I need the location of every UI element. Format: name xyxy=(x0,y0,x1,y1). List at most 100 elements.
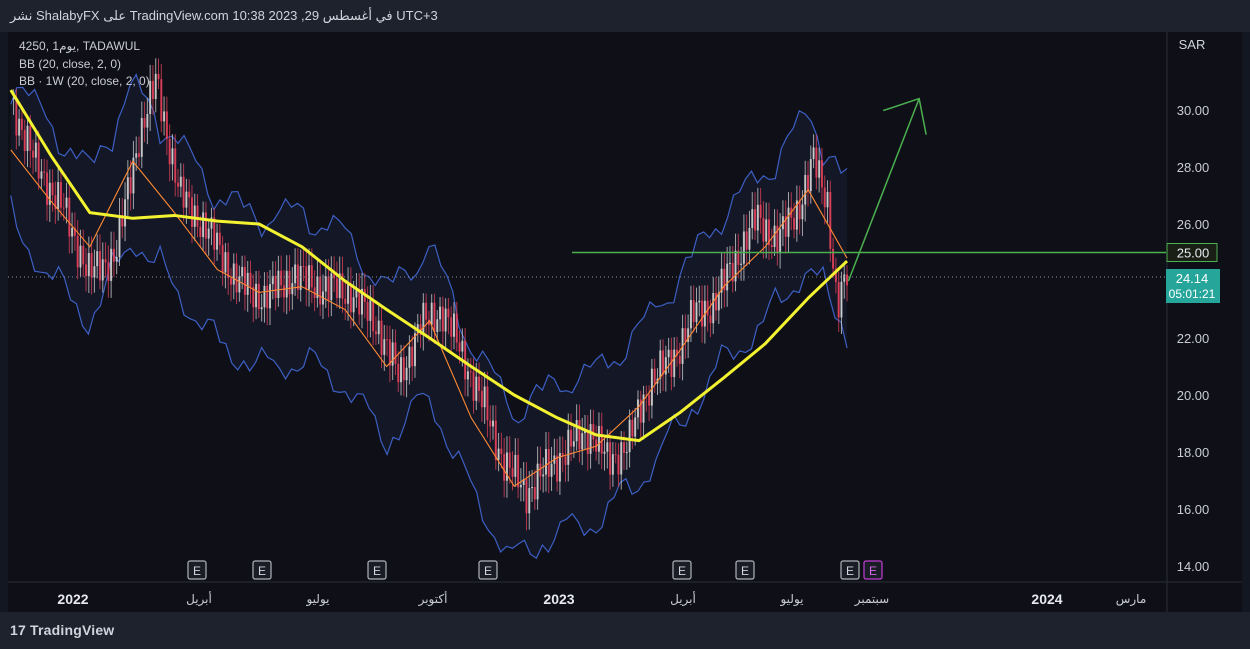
arrow-head xyxy=(882,97,927,135)
candle-body xyxy=(667,349,670,358)
candle-body xyxy=(163,111,166,122)
candle-body xyxy=(846,274,849,286)
candle-body xyxy=(255,283,258,308)
candle-body xyxy=(617,454,620,475)
currency-label: SAR xyxy=(1179,37,1206,52)
candle-body xyxy=(801,204,804,220)
symbol-line[interactable]: 4250, يوم1, TADAWUL xyxy=(19,38,150,56)
candle-body xyxy=(586,429,589,454)
candle-body xyxy=(422,302,425,336)
candle-body xyxy=(581,433,584,450)
candle-body xyxy=(695,302,698,323)
candle-body xyxy=(625,452,628,454)
candle-body xyxy=(684,328,687,342)
candle-body xyxy=(578,419,581,450)
candle-body xyxy=(567,429,570,465)
candle-body xyxy=(238,276,241,293)
time-axis-label: 2022 xyxy=(57,591,88,607)
candle-body xyxy=(556,455,559,482)
candle-body xyxy=(324,276,327,292)
candle-body xyxy=(79,245,82,268)
candle-body xyxy=(843,274,846,282)
candle-body xyxy=(756,204,759,231)
candle-body xyxy=(701,300,704,327)
candle-body xyxy=(221,244,224,273)
candle-body xyxy=(823,187,826,208)
brand-label: TradingView xyxy=(29,622,115,638)
tradingview-brand[interactable]: 17 TradingView xyxy=(10,622,114,638)
chart-legend: 4250, يوم1, TADAWUL BB (20, close, 2, 0)… xyxy=(19,38,150,91)
candle-body xyxy=(809,159,812,192)
candle-body xyxy=(305,266,308,290)
price-chart[interactable]: SAR 30.00 28.00 26.00 22.00 20.00 18.00 16.00 14… xyxy=(0,0,1250,649)
candle-body xyxy=(246,272,249,295)
candle-body xyxy=(302,266,305,268)
candle-body xyxy=(480,390,483,408)
candle-body xyxy=(698,300,701,303)
candle-body xyxy=(726,263,729,291)
candle-body xyxy=(517,454,520,488)
candle-body xyxy=(118,215,121,257)
candle-body xyxy=(76,235,79,268)
candle-body xyxy=(98,251,101,281)
earnings-marker-label: E xyxy=(869,564,877,578)
candle-body xyxy=(497,448,500,461)
candle-body xyxy=(369,300,372,321)
candle-body xyxy=(296,264,299,290)
candle-body xyxy=(765,219,768,242)
price-tick-label: 14.00 xyxy=(1177,559,1210,574)
candle-body xyxy=(243,266,246,295)
candle-body xyxy=(257,283,260,310)
indicator-bb[interactable]: BB (20, close, 2, 0) xyxy=(19,56,150,74)
candle-body xyxy=(394,342,397,364)
candle-body xyxy=(826,191,829,208)
candle-body xyxy=(664,357,667,375)
arrow-shaft xyxy=(847,98,920,282)
candle-body xyxy=(402,357,405,381)
candle-body xyxy=(15,98,18,136)
candle-body xyxy=(673,349,676,378)
candle-body xyxy=(444,308,447,332)
candle-body xyxy=(57,182,60,210)
candle-body xyxy=(653,368,656,384)
indicator-bb-weekly[interactable]: BB · 1W (20, close, 2, 0) xyxy=(19,73,150,91)
candle-body xyxy=(400,357,403,383)
candle-body xyxy=(798,200,801,220)
candle-body xyxy=(282,285,285,298)
candle-body xyxy=(249,272,252,287)
candle-body xyxy=(450,317,453,337)
candle-body xyxy=(269,284,272,309)
candle-body xyxy=(377,320,380,335)
candle-body xyxy=(327,276,330,301)
candle-body xyxy=(20,118,23,130)
candle-body xyxy=(603,451,606,454)
earnings-marker-label: E xyxy=(741,564,749,578)
earnings-marker-label: E xyxy=(846,564,854,578)
candle-body xyxy=(408,346,411,368)
candle-body xyxy=(68,197,71,237)
candle-body xyxy=(728,262,731,264)
candle-body xyxy=(358,289,361,315)
candle-body xyxy=(405,367,408,381)
candle-body xyxy=(804,174,807,205)
candle-body xyxy=(840,281,843,318)
candle-body xyxy=(486,386,489,421)
candle-body xyxy=(40,171,43,179)
price-tick-label: 30.00 xyxy=(1177,103,1210,118)
candle-body xyxy=(87,252,90,277)
candle-body xyxy=(344,298,347,304)
candle-body xyxy=(439,306,442,320)
candle-body xyxy=(319,276,322,305)
candle-body xyxy=(754,209,757,231)
candle-body xyxy=(397,363,400,383)
candle-body xyxy=(107,262,110,281)
candle-body xyxy=(383,339,386,355)
candle-body xyxy=(628,419,631,453)
candle-body xyxy=(511,467,514,477)
candle-body xyxy=(174,148,177,183)
candle-body xyxy=(793,217,796,230)
candle-body xyxy=(494,420,497,461)
candle-body xyxy=(430,302,433,325)
candle-body xyxy=(712,293,715,324)
price-scale: SAR 30.00 28.00 26.00 22.00 20.00 18.00 16.00 14… xyxy=(8,32,1242,612)
